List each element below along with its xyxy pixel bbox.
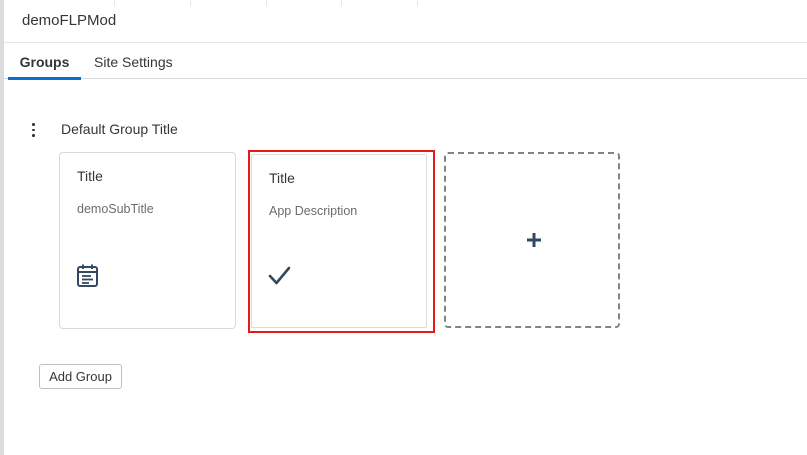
app-title: demoFLPMod bbox=[22, 12, 117, 29]
tile-subtitle: demoSubTitle bbox=[77, 202, 154, 216]
add-tile[interactable] bbox=[444, 152, 620, 328]
checkmark-icon bbox=[268, 265, 292, 292]
tile-subtitle: App Description bbox=[269, 204, 358, 218]
plus-icon bbox=[526, 232, 542, 253]
app-tile-demo[interactable]: Title demoSubTitle bbox=[59, 152, 236, 329]
app-header: demoFLPMod bbox=[4, 0, 807, 43]
group-title: Default Group Title bbox=[61, 121, 178, 137]
app-tile-description[interactable]: Title App Description bbox=[251, 154, 427, 328]
tab-bar: Groups Site Settings bbox=[4, 43, 807, 80]
tile-title: Title bbox=[269, 170, 295, 186]
group-more-icon[interactable] bbox=[28, 120, 38, 140]
tab-groups[interactable]: Groups bbox=[8, 43, 81, 80]
tile-title: Title bbox=[77, 168, 103, 184]
calendar-list-icon bbox=[76, 263, 100, 294]
add-group-button[interactable]: Add Group bbox=[39, 364, 122, 389]
tab-site-settings[interactable]: Site Settings bbox=[90, 43, 177, 79]
